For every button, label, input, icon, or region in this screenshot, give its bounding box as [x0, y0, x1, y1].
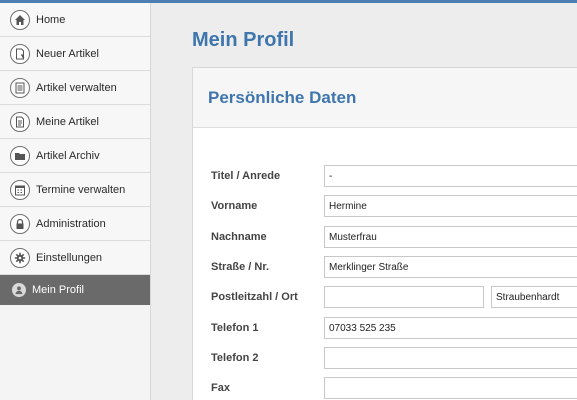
sidebar-item-label: Mein Profil [32, 284, 84, 296]
new-document-icon [10, 43, 30, 64]
form-row-titel: Titel / Anrede [193, 165, 577, 187]
sidebar-item-label: Artikel Archiv [36, 149, 100, 162]
form-row-strasse: Straße / Nr. [193, 256, 577, 278]
postleitzahl-field[interactable] [324, 286, 484, 308]
document-icon [10, 111, 30, 132]
fax-label: Fax [211, 382, 230, 394]
document-list-icon [10, 77, 30, 98]
sidebar-item-label: Administration [36, 217, 106, 230]
sidebar-item-einstellungen[interactable]: Einstellungen [0, 241, 150, 275]
form-row-vorname: Vorname [193, 195, 577, 217]
sidebar-item-label: Neuer Artikel [36, 47, 99, 60]
plz-ort-label: Postleitzahl / Ort [211, 291, 298, 303]
sidebar: Home Neuer Artikel Artikel verwalten Mei… [0, 3, 151, 400]
sidebar-item-mein-profil[interactable]: Mein Profil [0, 275, 150, 305]
calendar-icon [10, 179, 30, 200]
folder-icon [10, 145, 30, 166]
nachname-field[interactable] [324, 226, 577, 248]
sidebar-item-artikel-verwalten[interactable]: Artikel verwalten [0, 71, 150, 105]
sidebar-item-meine-artikel[interactable]: Meine Artikel [0, 105, 150, 139]
nachname-label: Nachname [211, 231, 267, 243]
sidebar-item-neuer-artikel[interactable]: Neuer Artikel [0, 37, 150, 71]
user-icon [12, 283, 26, 297]
sidebar-item-administration[interactable]: Administration [0, 207, 150, 241]
telefon2-field[interactable] [324, 347, 577, 369]
gear-icon [10, 247, 30, 268]
strasse-label: Straße / Nr. [211, 261, 270, 273]
lock-icon [10, 213, 30, 234]
sidebar-item-label: Home [36, 13, 66, 26]
ort-field[interactable] [491, 286, 577, 308]
panel-title: Persönliche Daten [208, 87, 357, 107]
personal-data-panel: Persönliche Daten Titel / Anrede Vorname… [192, 67, 577, 400]
form-row-telefon1: Telefon 1 [193, 317, 577, 339]
telefon1-field[interactable] [324, 317, 577, 339]
main-content: Mein Profil Persönliche Daten Titel / An… [152, 3, 577, 400]
sidebar-item-artikel-archiv[interactable]: Artikel Archiv [0, 139, 150, 173]
sidebar-item-termine-verwalten[interactable]: Termine verwalten [0, 173, 150, 207]
sidebar-item-label: Termine verwalten [36, 183, 126, 196]
sidebar-item-label: Einstellungen [36, 251, 103, 264]
form-row-nachname: Nachname [193, 226, 577, 248]
form-row-plz-ort: Postleitzahl / Ort [193, 286, 577, 308]
page-title: Mein Profil [192, 29, 295, 51]
form-row-fax: Fax [193, 377, 577, 399]
titel-field[interactable] [324, 165, 577, 187]
vorname-label: Vorname [211, 200, 258, 212]
titel-label: Titel / Anrede [211, 170, 281, 182]
vorname-field[interactable] [324, 195, 577, 217]
form-row-telefon2: Telefon 2 [193, 347, 577, 369]
telefon2-label: Telefon 2 [211, 352, 259, 364]
panel-header: Persönliche Daten [193, 68, 577, 128]
home-icon [10, 9, 30, 30]
sidebar-item-home[interactable]: Home [0, 3, 150, 37]
fax-field[interactable] [324, 377, 577, 399]
sidebar-item-label: Meine Artikel [36, 115, 99, 128]
telefon1-label: Telefon 1 [211, 322, 259, 334]
sidebar-item-label: Artikel verwalten [36, 81, 117, 94]
strasse-field[interactable] [324, 256, 577, 278]
